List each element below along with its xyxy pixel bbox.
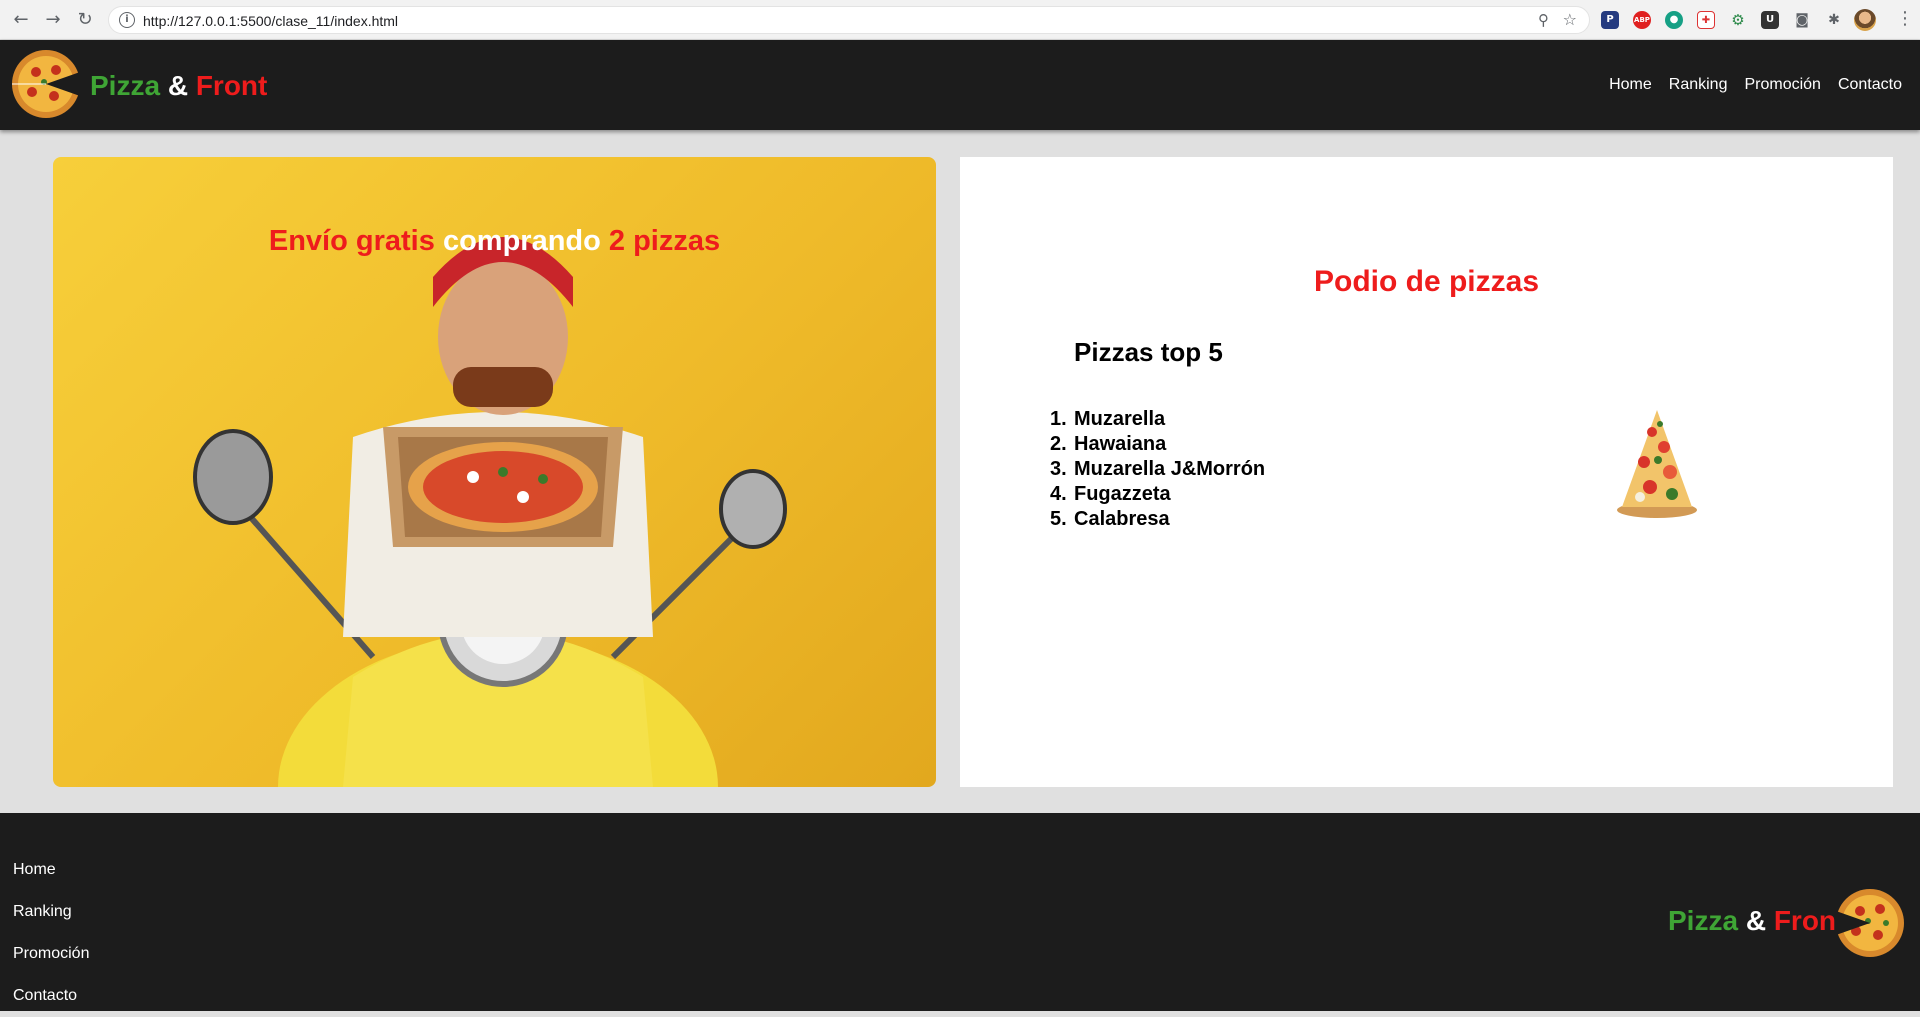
nav-link-promocion[interactable]: Promoción [1744,76,1820,94]
pizza-logo-icon[interactable] [1834,887,1906,959]
extension-icon[interactable]: U [1761,11,1779,29]
brand-title[interactable]: Pizza & Front [90,70,267,102]
footer-nav: Home Ranking Promoción Contacto [13,849,89,1017]
camera-extension-icon[interactable]: ◙ [1793,11,1811,29]
browser-toolbar: ← → ↻ i http://127.0.0.1:5500/clase_11/i… [0,0,1920,40]
nav-link-ranking[interactable]: Ranking [1669,76,1728,94]
promo-title: Envío gratis comprando 2 pizzas [268,225,721,257]
extension-icon[interactable]: ✚ [1697,11,1715,29]
list-item: 1. Muzarella [1050,408,1166,430]
menu-icon[interactable]: ⋮ [1896,8,1914,29]
bookmark-star-icon[interactable]: ☆ [1563,10,1577,29]
list-item: 5. Calabresa [1050,508,1170,530]
nav-link-contacto[interactable]: Contacto [1838,76,1902,94]
list-item: 2. Hawaiana [1050,433,1167,455]
zoom-icon[interactable]: ⚲ [1538,11,1549,29]
top-nav: Home Ranking Promoción Contacto [1609,76,1902,94]
list-item: 3. Muzarella J&Morrón [1050,458,1266,480]
top-pizzas-list: 1. Muzarella 2. Hawaiana 3. Muzarella J&Mor… [1050,407,1265,532]
promo-banner: Envío gratis comprando 2 pizzas [53,157,936,787]
gear-extension-icon[interactable]: ⚙ [1729,11,1747,29]
nav-link-home[interactable]: Home [1609,76,1652,94]
list-item: 4. Fugazzeta [1050,483,1171,505]
paypal-extension-icon[interactable]: P [1601,11,1619,29]
footer-link-ranking[interactable]: Ranking [13,891,89,933]
podium-title: Podio de pizzas [1313,265,1540,298]
footer-link-home[interactable]: Home [13,849,89,891]
site-info-icon[interactable]: i [119,12,135,28]
profile-avatar[interactable] [1854,9,1876,31]
extension-icon[interactable]: ● [1665,11,1683,29]
reload-icon[interactable]: ↻ [74,9,96,31]
address-bar[interactable]: i http://127.0.0.1:5500/clase_11/index.h… [108,6,1590,34]
site-header: Pizza & Front Home Ranking Promoción Con… [0,40,1920,130]
footer-brand-title[interactable]: Pizza & Front [1668,905,1845,937]
pizza-podium-section: Podio de pizzas Pizzas top 5 1. Muzarella… [960,157,1893,787]
site-footer: Home Ranking Promoción Contacto Pizza & … [0,813,1920,1011]
forward-icon[interactable]: → [42,9,64,31]
pizza-tower-image [1617,410,1697,518]
back-icon[interactable]: ← [10,9,32,31]
footer-link-promocion[interactable]: Promoción [13,933,89,975]
url-text[interactable]: http://127.0.0.1:5500/clase_11/index.htm… [143,13,398,29]
puzzle-extensions-icon[interactable]: ✱ [1825,11,1843,29]
pizza-logo-icon[interactable] [10,48,82,120]
podium-subtitle: Pizzas top 5 [1074,337,1223,367]
adblock-extension-icon[interactable]: ABP [1633,11,1651,29]
